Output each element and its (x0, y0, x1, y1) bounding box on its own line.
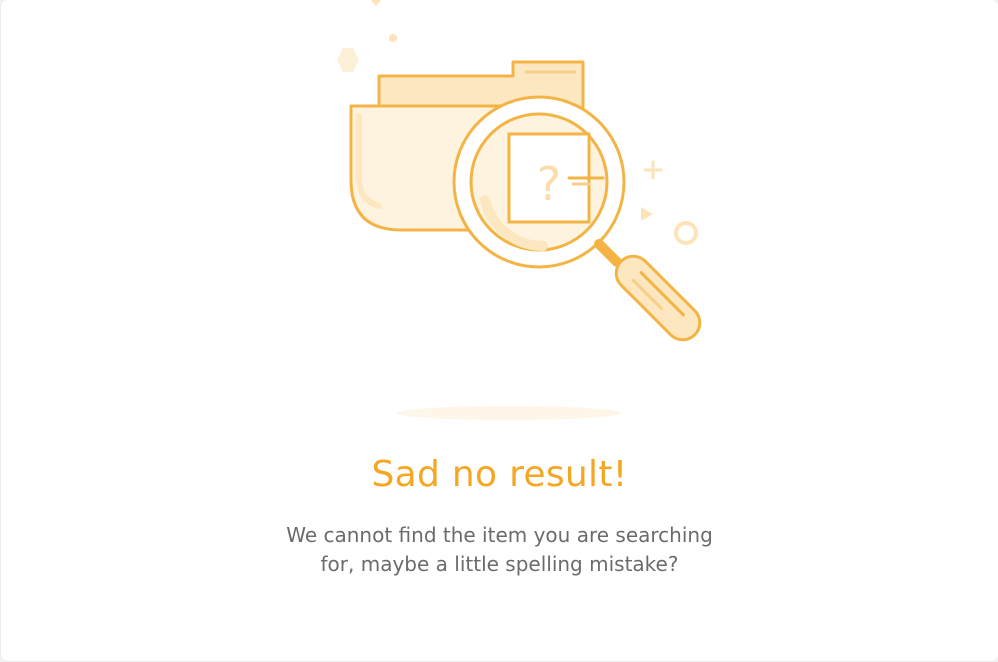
empty-state-message-line-1: We cannot find the item you are searchin… (286, 523, 713, 547)
folder-magnifier-icon: ? (337, 0, 702, 420)
hexagon-decoration (337, 48, 359, 72)
empty-state-card: ? Sad no result! We cannot find the item… (1, 0, 998, 661)
triangle-decoration (641, 207, 653, 221)
question-mark: ? (537, 157, 561, 211)
empty-state-message-line-2: for, maybe a little spelling mistake? (320, 552, 679, 576)
dot-decoration (389, 34, 397, 42)
empty-state-title: Sad no result! (371, 454, 628, 495)
ring-decoration (674, 221, 698, 245)
triangle-decoration-top (371, 0, 381, 6)
plus-decoration (643, 160, 663, 180)
empty-state-message: We cannot find the item you are searchin… (1, 521, 998, 579)
magnifier-handle (614, 254, 702, 342)
shadow-ellipse (397, 406, 621, 420)
magnifier-neck (594, 239, 622, 267)
